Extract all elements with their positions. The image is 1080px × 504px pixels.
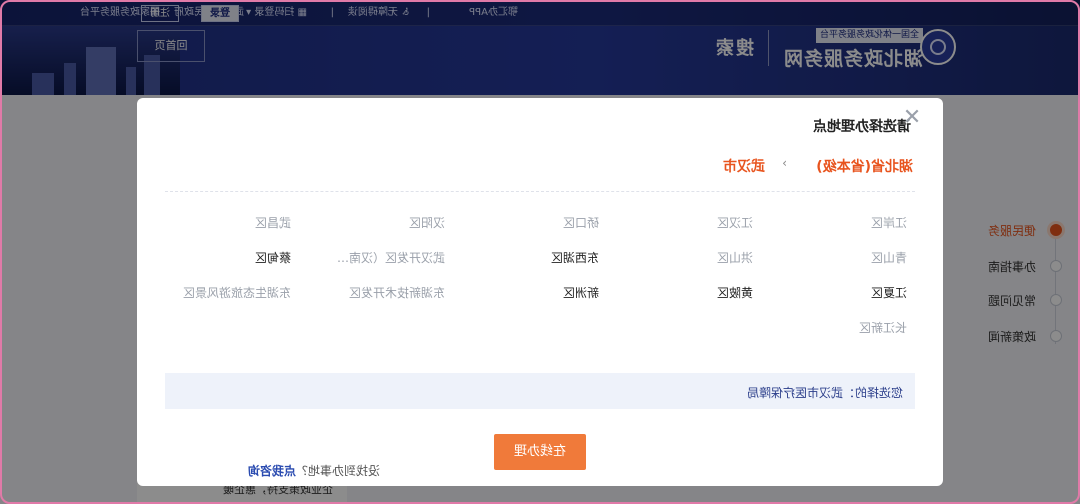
district-east-lake-hitech[interactable]: 东湖新技术开发区: [295, 284, 445, 302]
district-dongxihu[interactable]: 东西湖区: [449, 249, 599, 267]
crumb-city[interactable]: 武汉市: [723, 156, 765, 176]
divider: [165, 191, 915, 192]
district-caidian[interactable]: 蔡甸区: [141, 249, 291, 267]
district-wuchang[interactable]: 武昌区: [141, 214, 291, 232]
selected-location-text: 您选择的：武汉市医疗保障局: [746, 386, 903, 400]
help-prompt: 没找到办事地？点我咨询: [248, 462, 380, 479]
help-question: 没找到办事地？: [295, 464, 380, 478]
crumb-province[interactable]: 湖北省(省本级): [816, 156, 913, 176]
district-qiaokou[interactable]: 硚口区: [449, 214, 599, 232]
district-east-lake-scenic[interactable]: 东湖生态旅游风景区: [141, 284, 291, 302]
selected-location-bar: 您选择的：武汉市医疗保障局: [165, 373, 915, 409]
district-wuhan-dev[interactable]: 武汉开发区（汉南…: [305, 249, 445, 267]
district-hanyang[interactable]: 汉阳区: [295, 214, 445, 232]
district-qingshan[interactable]: 青山区: [757, 249, 907, 267]
online-apply-button[interactable]: 在线办理: [494, 434, 586, 470]
district-jiangan[interactable]: 江岸区: [757, 214, 907, 232]
location-picker-modal: 请选择办理地点 ✕ 湖北省(省本级) › 武汉市 江岸区 江汉区 硚口区 汉阳区…: [137, 98, 943, 486]
district-jianghan[interactable]: 江汉区: [603, 214, 753, 232]
consult-link[interactable]: 点我咨询: [248, 464, 296, 478]
modal-title: 请选择办理地点: [813, 119, 911, 135]
chevron-right-icon: ›: [782, 156, 787, 170]
district-xinzhou[interactable]: 新洲区: [449, 284, 599, 302]
district-changjiang[interactable]: 长江新区: [757, 319, 907, 337]
district-hongshan[interactable]: 洪山区: [603, 249, 753, 267]
district-huangpi[interactable]: 黄陂区: [603, 284, 753, 302]
district-jiangxia[interactable]: 江夏区: [757, 284, 907, 302]
close-icon[interactable]: ✕: [899, 105, 925, 132]
